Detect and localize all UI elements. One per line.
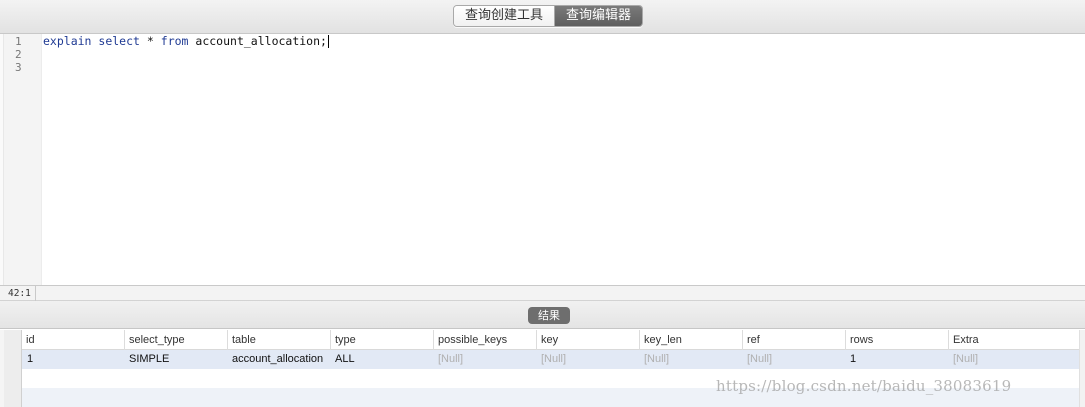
line-number: 2 [15, 48, 22, 61]
cell-id[interactable]: 1 [23, 350, 125, 369]
grid-scrollbar[interactable] [1079, 330, 1085, 407]
column-header-key[interactable]: key [537, 330, 640, 350]
cell-ref[interactable]: [Null] [743, 350, 846, 369]
keyword-select: select [98, 34, 140, 48]
watermark-text: https://blog.csdn.net/baidu_38083619 [716, 377, 1012, 395]
tab-query-builder[interactable]: 查询创建工具 [454, 6, 555, 26]
column-header-extra[interactable]: Extra [949, 330, 1079, 350]
mode-switcher: 查询创建工具 查询编辑器 [453, 5, 644, 27]
column-header-select-type[interactable]: select_type [125, 330, 228, 350]
tab-query-editor[interactable]: 查询编辑器 [554, 6, 643, 26]
grid-header-row: id select_type table type possible_keys … [22, 330, 1085, 350]
line-number: 1 [15, 35, 22, 48]
text-caret [327, 35, 329, 48]
column-header-key-len[interactable]: key_len [640, 330, 743, 350]
line-number: 3 [15, 61, 22, 74]
cursor-position: 42:1 [4, 286, 36, 301]
cell-type[interactable]: ALL [331, 350, 434, 369]
column-header-rows[interactable]: rows [846, 330, 949, 350]
cell-rows[interactable]: 1 [846, 350, 949, 369]
keyword-from: from [160, 34, 189, 48]
toolbar: 查询创建工具 查询编辑器 [0, 0, 1085, 34]
column-header-possible-keys[interactable]: possible_keys [434, 330, 537, 350]
column-header-type[interactable]: type [331, 330, 434, 350]
cell-possible-keys[interactable]: [Null] [434, 350, 537, 369]
results-grid[interactable]: id select_type table type possible_keys … [0, 330, 1085, 407]
results-bar: 结果 [0, 301, 1085, 329]
table-identifier: account_allocation; [195, 34, 327, 48]
table-row[interactable]: 1 SIMPLE account_allocation ALL [Null] [… [22, 350, 1085, 369]
row-selector-gutter[interactable] [4, 330, 22, 407]
sql-editor[interactable]: 1 2 3 explain select * from account_allo… [0, 34, 1085, 285]
cell-table[interactable]: account_allocation [228, 350, 326, 369]
line-number-gutter: 1 2 3 [4, 34, 42, 285]
column-header-id[interactable]: id [22, 330, 125, 350]
editor-status-bar: 42:1 [0, 285, 1085, 301]
column-header-table[interactable]: table [228, 330, 331, 350]
cell-extra[interactable]: [Null] [949, 350, 1079, 369]
star-operator: * [146, 34, 154, 48]
cell-key-len[interactable]: [Null] [640, 350, 743, 369]
column-header-ref[interactable]: ref [743, 330, 846, 350]
cell-select-type[interactable]: SIMPLE [125, 350, 228, 369]
cell-key[interactable]: [Null] [537, 350, 640, 369]
code-line-1[interactable]: explain select * from account_allocation… [43, 35, 329, 48]
keyword-explain: explain [43, 34, 92, 48]
tab-results[interactable]: 结果 [528, 307, 570, 324]
